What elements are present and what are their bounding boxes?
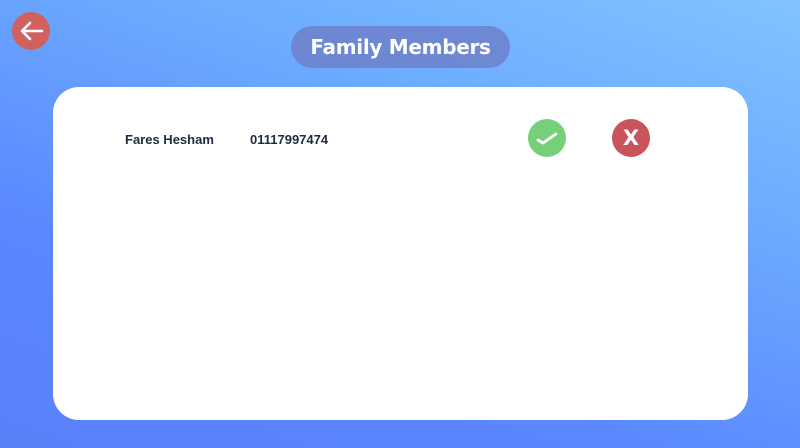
page-title-pill: Family Members: [291, 26, 510, 68]
check-icon: [536, 132, 558, 145]
member-name: Fares Hesham: [125, 132, 214, 147]
reject-button[interactable]: X: [612, 119, 650, 157]
page-title: Family Members: [310, 35, 491, 59]
reject-label: X: [622, 125, 640, 150]
accept-button[interactable]: [528, 119, 566, 157]
members-card: Fares Hesham 01117997474 X: [53, 87, 748, 420]
back-button[interactable]: [12, 12, 50, 50]
arrow-left-icon: [20, 21, 44, 41]
member-phone: 01117997474: [250, 132, 329, 147]
